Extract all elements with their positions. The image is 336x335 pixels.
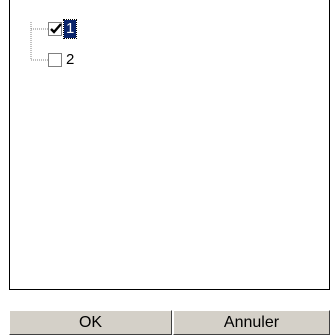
checkmark-icon	[50, 23, 62, 34]
checkbox-item-2[interactable]	[48, 53, 62, 67]
tree-item-1[interactable]: 1	[48, 19, 78, 39]
cancel-button[interactable]: Annuler	[173, 310, 330, 335]
ok-button[interactable]: OK	[9, 310, 172, 335]
dialog-button-bar: OK Annuler	[9, 310, 330, 335]
checkbox-item-1[interactable]	[48, 22, 62, 36]
tree-view[interactable]: 1 2	[9, 0, 330, 290]
tree-item-label: 1	[62, 19, 78, 39]
tree-item-2[interactable]: 2	[48, 51, 76, 69]
tree-item-label: 2	[66, 51, 75, 68]
dialog-window: 1 2 OK Annuler	[0, 0, 336, 335]
